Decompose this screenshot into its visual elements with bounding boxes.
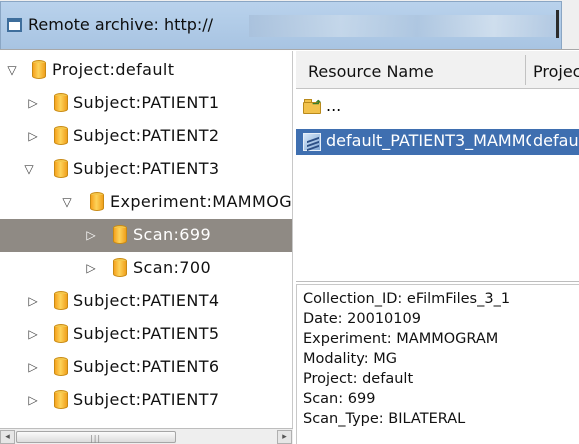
database-icon [90, 192, 104, 212]
tree-node-label: Subject:PATIENT4 [73, 291, 220, 310]
tree-node-label: Scan:699 [133, 225, 212, 244]
tree-node-subject-patient7[interactable]: ▷ Subject:PATIENT7 [0, 384, 292, 417]
scroll-left-button[interactable]: ◂ [0, 430, 15, 444]
tab-strip: Remote archive: http:// [0, 0, 579, 50]
chevron-right-icon[interactable]: ▷ [84, 228, 98, 242]
tree-node-experiment-mammogram[interactable]: ▽ Experiment:MAMMOGRAM [0, 186, 292, 219]
chevron-right-icon[interactable]: ▷ [26, 96, 40, 110]
tree-node-subject-patient6[interactable]: ▷ Subject:PATIENT6 [0, 351, 292, 384]
table-row-resource[interactable]: default_PATIENT3_MAMMOGRAM default [296, 129, 579, 155]
obscured-url [249, 15, 555, 37]
database-icon [32, 60, 46, 80]
resource-table[interactable]: Resource Name Project ⬏ ... default_PATI… [296, 51, 579, 282]
tab-remote-archive[interactable]: Remote archive: http:// [0, 1, 562, 49]
database-icon [54, 324, 68, 344]
database-icon [54, 159, 68, 179]
chevron-right-icon[interactable]: ▷ [84, 261, 98, 275]
tree-node-subject-patient4[interactable]: ▷ Subject:PATIENT4 [0, 285, 292, 318]
tree-node-subject-patient2[interactable]: ▷ Subject:PATIENT2 [0, 120, 292, 153]
tree-node-subject-patient5[interactable]: ▷ Subject:PATIENT5 [0, 318, 292, 351]
table-row-parent[interactable]: ⬏ ... [296, 94, 579, 120]
scroll-right-button[interactable]: ▸ [277, 430, 292, 444]
chevron-right-icon[interactable]: ▷ [26, 360, 40, 374]
tree-node-label: Subject:PATIENT3 [73, 159, 220, 178]
metadata-line: Modality: MG [303, 351, 397, 367]
chevron-right-icon[interactable]: ▷ [26, 294, 40, 308]
scrollbar-thumb[interactable]: ||| [16, 431, 176, 443]
chevron-down-icon[interactable]: ▽ [60, 195, 74, 209]
metadata-line: Date: 20010109 [303, 311, 421, 327]
metadata-line: Experiment: MAMMOGRAM [303, 331, 499, 347]
metadata-line: Scan_Type: BILATERAL [303, 411, 466, 427]
window-icon [7, 18, 22, 32]
tree-node-project-default[interactable]: ▽ Project:default [0, 54, 292, 87]
column-divider[interactable] [525, 55, 526, 85]
folder-up-icon: ⬏ [303, 97, 321, 114]
chevron-right-icon[interactable]: ▷ [26, 327, 40, 341]
database-icon [54, 93, 68, 113]
tree-node-label: Subject:PATIENT1 [73, 93, 220, 112]
project-cell: default [531, 131, 579, 150]
database-icon [54, 126, 68, 146]
chevron-right-icon[interactable]: ▷ [26, 393, 40, 407]
tree-node-scan-699[interactable]: ▷ Scan:699 [0, 219, 292, 252]
tree-node-label: Subject:PATIENT2 [73, 126, 220, 145]
tree-node-subject-patient1[interactable]: ▷ Subject:PATIENT1 [0, 87, 292, 120]
chevron-right-icon[interactable]: ▷ [26, 129, 40, 143]
tree-node-label: Subject:PATIENT7 [73, 390, 220, 409]
tree-node-label: Subject:PATIENT6 [73, 357, 220, 376]
tree-node-label: Experiment:MAMMOGRAM [110, 192, 292, 211]
database-icon [54, 390, 68, 410]
tree-node-subject-patient3[interactable]: ▽ Subject:PATIENT3 [0, 153, 292, 186]
database-icon [113, 258, 127, 278]
image-series-icon [303, 133, 321, 152]
metadata-panel: Collection_ID: eFilmFiles_3_1 Date: 2001… [296, 284, 579, 444]
tree-node-label: Subject:PATIENT5 [73, 324, 220, 343]
scrollbar-grip: ||| [90, 434, 102, 443]
column-header-resource-name[interactable]: Resource Name [308, 62, 434, 81]
column-header-project[interactable]: Project [533, 62, 579, 81]
resource-name-cell: ... [326, 96, 342, 115]
chevron-down-icon[interactable]: ▽ [5, 63, 19, 77]
archive-tree[interactable]: ▽ Project:default ▷ Subject:PATIENT1 ▷ S… [0, 51, 293, 444]
database-icon [54, 291, 68, 311]
tab-divider [556, 10, 559, 38]
metadata-line: Scan: 699 [303, 391, 376, 407]
tab-title: Remote archive: http:// [28, 15, 214, 34]
database-icon [113, 225, 127, 245]
tree-node-label: Scan:700 [133, 258, 212, 277]
metadata-line: Project: default [303, 371, 414, 387]
database-icon [54, 357, 68, 377]
metadata-line: Collection_ID: eFilmFiles_3_1 [303, 291, 511, 307]
table-header: Resource Name Project [296, 51, 579, 89]
tree-node-label: Project:default [52, 60, 175, 79]
tree-horizontal-scrollbar[interactable]: ◂ ||| ▸ [0, 428, 293, 444]
chevron-down-icon[interactable]: ▽ [22, 162, 36, 176]
tree-node-scan-700[interactable]: ▷ Scan:700 [0, 252, 292, 285]
